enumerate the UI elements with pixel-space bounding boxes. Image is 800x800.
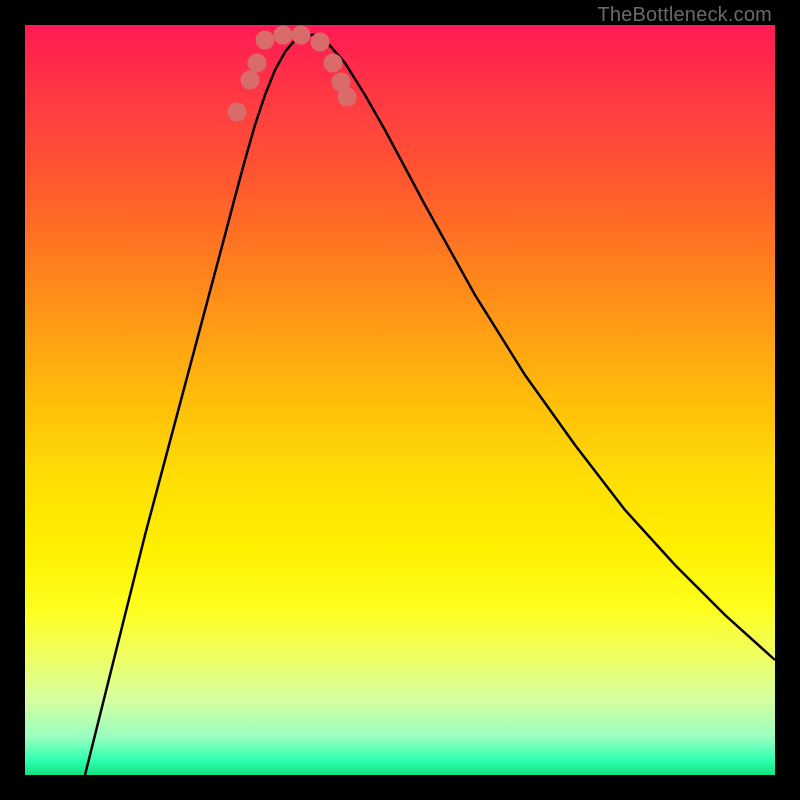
bottleneck-curve (85, 35, 775, 775)
data-marker (338, 88, 356, 106)
plot-area (25, 25, 775, 775)
curve-markers (228, 26, 356, 121)
data-marker (256, 31, 274, 49)
watermark-text: TheBottleneck.com (597, 4, 772, 27)
data-marker (311, 33, 329, 51)
data-marker (292, 26, 310, 44)
data-marker (274, 26, 292, 44)
data-marker (241, 71, 259, 89)
chart-svg (25, 25, 775, 775)
data-marker (228, 103, 246, 121)
data-marker (248, 54, 266, 72)
data-marker (324, 54, 342, 72)
chart-frame: TheBottleneck.com (0, 0, 800, 800)
